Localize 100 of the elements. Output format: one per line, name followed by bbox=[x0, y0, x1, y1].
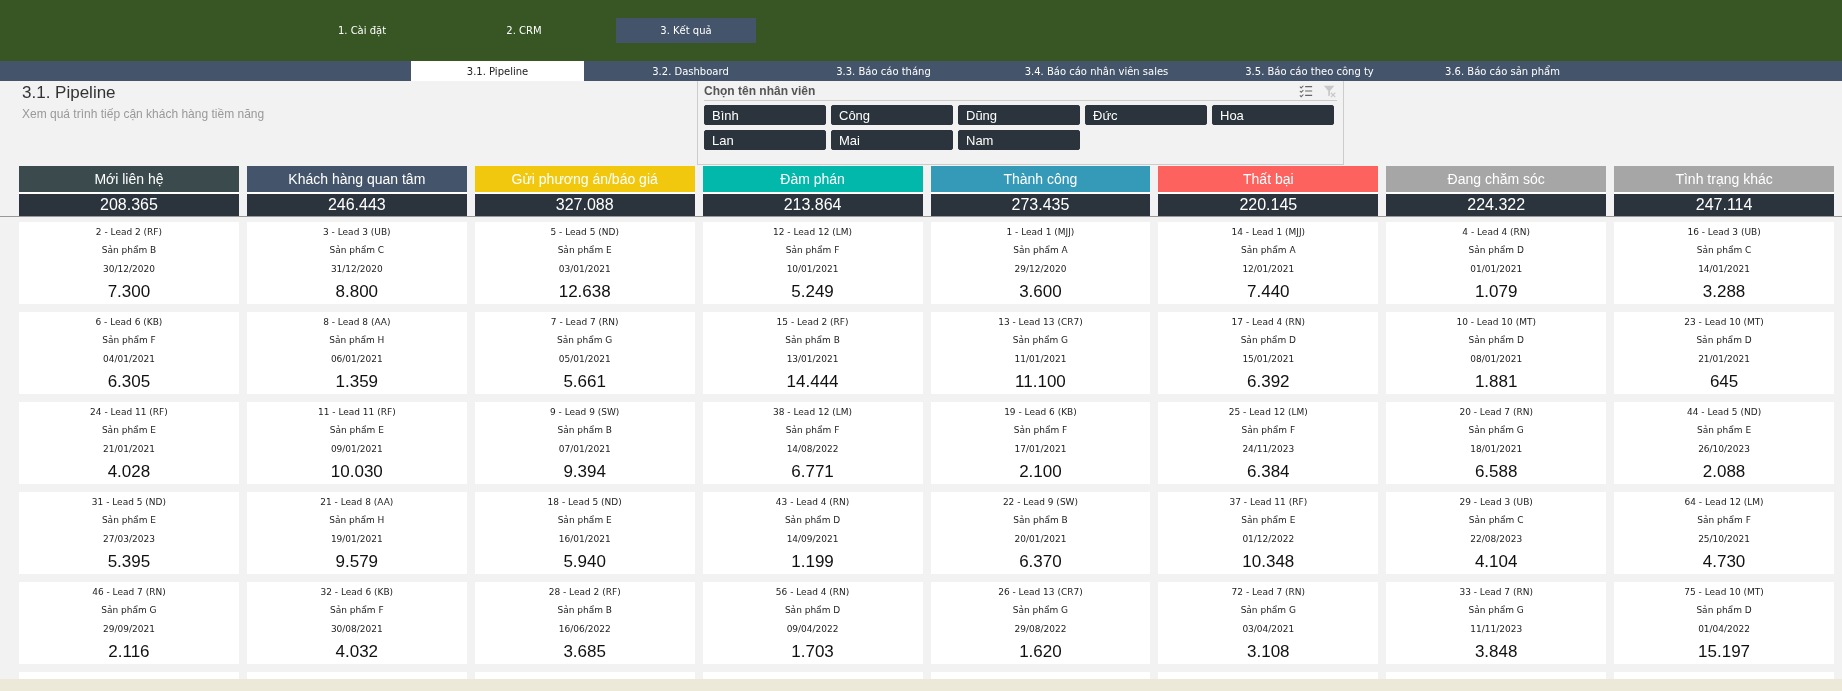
product-name: Sản phẩm B bbox=[785, 335, 840, 346]
slicer-item[interactable]: Lan bbox=[704, 130, 826, 150]
lead-amount: 4.032 bbox=[335, 642, 379, 662]
product-name: Sản phẩm C bbox=[1468, 515, 1524, 526]
lead-date: 10/01/2021 bbox=[786, 263, 839, 274]
lead-amount: 2.116 bbox=[108, 642, 150, 662]
stage-header: Tình trạng khác bbox=[1614, 166, 1834, 194]
tab[interactable]: 3.5. Báo cáo theo công ty bbox=[1223, 61, 1396, 81]
lead-amount: 15.197 bbox=[1698, 642, 1751, 662]
product-name: Sản phẩm D bbox=[784, 515, 841, 526]
stage-header: Đang chăm sóc bbox=[1386, 166, 1607, 194]
lead-date: 14/09/2021 bbox=[786, 533, 839, 544]
tab[interactable]: 3.6. Báo cáo sản phẩm bbox=[1416, 61, 1589, 81]
lead-amount: 6.370 bbox=[1019, 552, 1062, 572]
lead-name: 72 - Lead 7 (RN) bbox=[1231, 587, 1306, 597]
stage-total: 213.864 bbox=[702, 194, 923, 216]
stage-header: Gửi phương án/báo giá bbox=[474, 166, 695, 194]
product-name: Sản phẩm G bbox=[1240, 605, 1296, 616]
lead-name: 21 - Lead 8 (AA) bbox=[320, 497, 394, 507]
tab[interactable]: 3.2. Dashboard bbox=[604, 61, 777, 81]
lead-date: 16/01/2021 bbox=[558, 533, 611, 544]
page-title: 3.1. Pipeline bbox=[22, 83, 117, 103]
nav-button[interactable]: 3. Kết quả bbox=[616, 18, 756, 43]
lead-date: 14/01/2021 bbox=[1698, 263, 1750, 274]
lead-name: 13 - Lead 13 (CR7) bbox=[998, 317, 1083, 327]
lead-date: 07/01/2021 bbox=[558, 443, 611, 454]
slicer-item[interactable]: Đức bbox=[1085, 105, 1207, 125]
lead-name: 11 - Lead 11 (RF) bbox=[317, 407, 396, 417]
lead-amount: 5.395 bbox=[107, 552, 151, 572]
slicer-item[interactable]: Công bbox=[831, 105, 953, 125]
lead-name: 14 - Lead 1 (MJJ) bbox=[1231, 227, 1306, 237]
lead-name: 28 - Lead 2 (RF) bbox=[548, 587, 621, 597]
lead-name: 6 - Lead 6 (KB) bbox=[95, 317, 163, 327]
lead-name: 15 - Lead 2 (RF) bbox=[776, 317, 849, 327]
tab[interactable]: 3.3. Báo cáo tháng bbox=[797, 61, 970, 81]
lead-name: 75 - Lead 10 (MT) bbox=[1684, 587, 1764, 597]
slicer-item[interactable]: Mai bbox=[831, 130, 953, 150]
lead-name: 26 - Lead 13 (CR7) bbox=[998, 587, 1083, 597]
lead-date: 12/01/2021 bbox=[1242, 263, 1295, 274]
lead-amount: 2.100 bbox=[1019, 462, 1062, 482]
tab[interactable]: 3.4. Báo cáo nhân viên sales bbox=[1010, 61, 1183, 81]
lead-date: 26/10/2023 bbox=[1698, 443, 1750, 454]
lead-name: 12 - Lead 12 (LM) bbox=[773, 227, 853, 237]
product-name: Sản phẩm E bbox=[557, 245, 612, 256]
lead-amount: 6.588 bbox=[1474, 462, 1518, 482]
lead-amount: 10.348 bbox=[1242, 552, 1295, 572]
stage-header: Thất bại bbox=[1158, 166, 1379, 194]
lead-date: 08/01/2021 bbox=[1470, 353, 1523, 364]
lead-date: 22/08/2023 bbox=[1470, 533, 1523, 544]
lead-name: 25 - Lead 12 (LM) bbox=[1228, 407, 1308, 417]
lead-date: 01/12/2022 bbox=[1242, 533, 1295, 544]
lead-amount: 3.288 bbox=[1702, 282, 1746, 302]
stage-header: Mới liên hệ bbox=[19, 166, 239, 194]
lead-name: 7 - Lead 7 (RN) bbox=[550, 317, 619, 327]
lead-amount: 4.028 bbox=[107, 462, 151, 482]
lead-amount: 1.199 bbox=[791, 552, 834, 572]
lead-amount: 4.730 bbox=[1702, 552, 1746, 572]
product-name: Sản phẩm H bbox=[329, 335, 385, 346]
lead-name: 10 - Lead 10 (MT) bbox=[1456, 317, 1536, 327]
lead-date: 06/01/2021 bbox=[330, 353, 383, 364]
product-name: Sản phẩm F bbox=[1697, 515, 1751, 526]
product-name: Sản phẩm B bbox=[557, 425, 612, 436]
lead-date: 14/08/2022 bbox=[786, 443, 839, 454]
product-name: Sản phẩm G bbox=[1468, 425, 1524, 436]
slicer-item[interactable]: Bình bbox=[704, 105, 826, 125]
lead-date: 09/01/2021 bbox=[330, 443, 383, 454]
lead-date: 16/06/2022 bbox=[558, 623, 611, 634]
lead-amount: 5.249 bbox=[791, 282, 834, 302]
product-name: Sản phẩm G bbox=[1012, 335, 1069, 346]
lead-date: 19/01/2021 bbox=[330, 533, 383, 544]
lead-amount: 1.079 bbox=[1474, 282, 1518, 302]
nav-button[interactable]: 1. Cài đặt bbox=[292, 18, 432, 43]
product-name: Sản phẩm F bbox=[102, 335, 156, 346]
lead-date: 03/01/2021 bbox=[558, 263, 611, 274]
product-name: Sản phẩm E bbox=[101, 425, 156, 436]
multi-select-icon[interactable] bbox=[1299, 84, 1313, 98]
lead-amount: 3.848 bbox=[1474, 642, 1518, 662]
slicer-item[interactable]: Nam bbox=[958, 130, 1080, 150]
lead-name: 22 - Lead 9 (SW) bbox=[1002, 497, 1078, 507]
slicer-item[interactable]: Dũng bbox=[958, 105, 1080, 125]
lead-date: 27/03/2023 bbox=[103, 533, 155, 544]
lead-amount: 6.771 bbox=[791, 462, 834, 482]
stage-total: 247.114 bbox=[1614, 194, 1834, 216]
product-name: Sản phẩm A bbox=[1241, 245, 1296, 256]
nav-button[interactable]: 2. CRM bbox=[454, 18, 594, 43]
slicer-item[interactable]: Hoa bbox=[1212, 105, 1334, 125]
lead-name: 5 - Lead 5 (ND) bbox=[550, 227, 619, 237]
lead-amount: 1.703 bbox=[791, 642, 834, 662]
lead-amount: 7.440 bbox=[1247, 282, 1290, 302]
page-subtitle: Xem quá trình tiếp cận khách hàng tiềm năng bbox=[22, 107, 266, 121]
lead-name: 44 - Lead 5 (ND) bbox=[1686, 407, 1762, 417]
lead-date: 09/04/2022 bbox=[786, 623, 839, 634]
tab[interactable]: 3.1. Pipeline bbox=[411, 61, 584, 81]
stage-total: 327.088 bbox=[474, 194, 695, 216]
lead-name: 8 - Lead 8 (AA) bbox=[323, 317, 391, 327]
lead-name: 20 - Lead 7 (RN) bbox=[1459, 407, 1533, 417]
lead-date: 11/01/2021 bbox=[1014, 353, 1067, 364]
lead-amount: 645 bbox=[1709, 372, 1739, 392]
lead-amount: 9.579 bbox=[335, 552, 379, 572]
lead-date: 31/12/2020 bbox=[330, 263, 383, 274]
